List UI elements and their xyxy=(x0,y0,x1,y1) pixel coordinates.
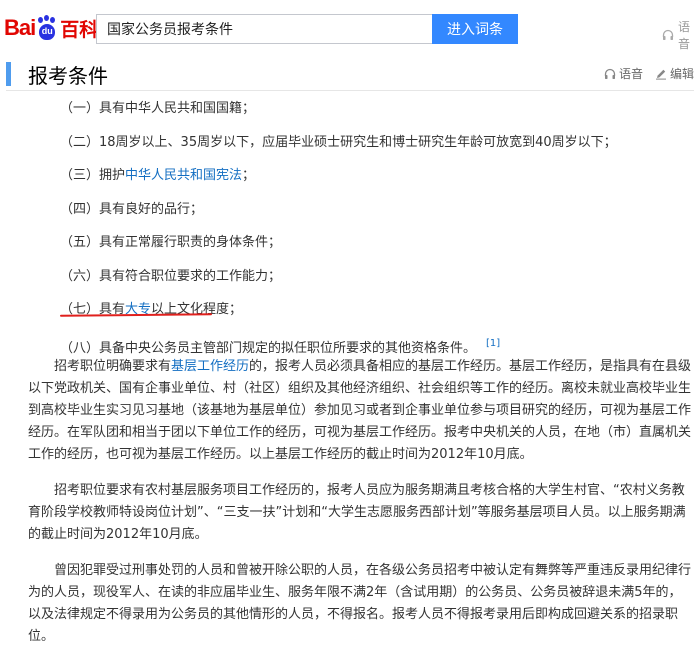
grassroots-experience-link[interactable]: 基层工作经历 xyxy=(171,359,249,374)
section-header: 报考条件 语音 编辑 xyxy=(0,62,700,88)
condition-text: （一）具有中华人民共和国国籍； xyxy=(60,101,256,116)
paragraph: 招考职位明确要求有基层工作经历的，报考人员必须具备相应的基层工作经历。基层工作经… xyxy=(28,356,694,466)
section-voice-label: 语音 xyxy=(618,67,643,81)
section-divider xyxy=(6,90,694,91)
condition-text: （四）具有良好的品行； xyxy=(60,201,204,217)
pencil-icon xyxy=(655,68,667,80)
headphones-icon xyxy=(662,29,674,41)
condition-text: （八）具备中央公务员主管部门规定的拟任职位所要求的其他资格条件。 xyxy=(60,340,477,356)
list-item: （六）具有符合职位要求的工作能力； xyxy=(60,264,690,298)
paragraph-text: 的，报考人员必须具备相应的基层工作经历。基层工作经历，是指具有在县级以下党政机关… xyxy=(28,359,692,462)
list-item: （二）18周岁以上、35周岁以下，应届毕业硕士研究生和博士研究生年龄可放宽到40… xyxy=(60,130,690,164)
logo-bai: Bai xyxy=(4,15,36,40)
baidu-baike-logo[interactable]: Bai du 百科 xyxy=(4,10,98,46)
condition-text: （六）具有符合职位要求的工作能力； xyxy=(60,268,282,284)
condition-text: ； xyxy=(242,168,256,183)
header-voice-button[interactable]: 语音 xyxy=(662,18,700,52)
edit-label: 编辑 xyxy=(669,67,694,81)
logo-baike: 百科 xyxy=(60,19,99,41)
list-item: （四）具有良好的品行； xyxy=(60,197,690,231)
paragraph: 曾因犯罪受过刑事处罚的人员和曾被开除公职的人员，在各级公务员招考中被认定有舞弊等… xyxy=(28,563,692,644)
search-input[interactable] xyxy=(96,14,432,44)
headphones-icon xyxy=(604,68,616,80)
header-voice-label: 语音 xyxy=(678,20,691,51)
condition-text: （五）具有正常履行职责的身体条件； xyxy=(60,235,282,250)
enter-entry-button[interactable]: 进入词条 xyxy=(432,14,518,44)
section-title: 报考条件 xyxy=(28,64,108,88)
list-item: （一）具有中华人民共和国国籍； xyxy=(60,96,690,130)
edit-button[interactable]: 编辑 xyxy=(655,65,694,82)
reference-link[interactable]: [1] xyxy=(486,338,500,349)
paw-icon: du xyxy=(36,15,58,41)
conditions-list: （一）具有中华人民共和国国籍； （二）18周岁以上、35周岁以下，应届毕业硕士研… xyxy=(60,96,690,364)
section-voice-button[interactable]: 语音 xyxy=(604,65,643,82)
section-tools: 语音 编辑 xyxy=(604,65,694,82)
title-accent-bar xyxy=(6,62,11,86)
logo-du: du xyxy=(41,26,53,36)
list-item: （五）具有正常履行职责的身体条件； xyxy=(60,230,690,264)
top-bar: Bai du 百科 进入词条 语音 xyxy=(0,0,700,56)
condition-text: （二）18周岁以上、35周岁以下，应届毕业硕士研究生和博士研究生年龄可放宽到40… xyxy=(60,134,617,150)
body-paragraphs: 招考职位明确要求有基层工作经历的，报考人员必须具备相应的基层工作经历。基层工作经… xyxy=(28,356,694,662)
paragraph: 招考职位要求有农村基层服务项目工作经历的，报考人员应为服务期满且考核合格的大学生… xyxy=(28,483,686,542)
condition-text: （三）拥护 xyxy=(60,168,126,183)
list-item: （三）拥护中华人民共和国宪法； xyxy=(60,163,690,197)
paragraph-text: 招考职位明确要求有 xyxy=(54,359,172,374)
constitution-link[interactable]: 中华人民共和国宪法 xyxy=(125,168,242,183)
